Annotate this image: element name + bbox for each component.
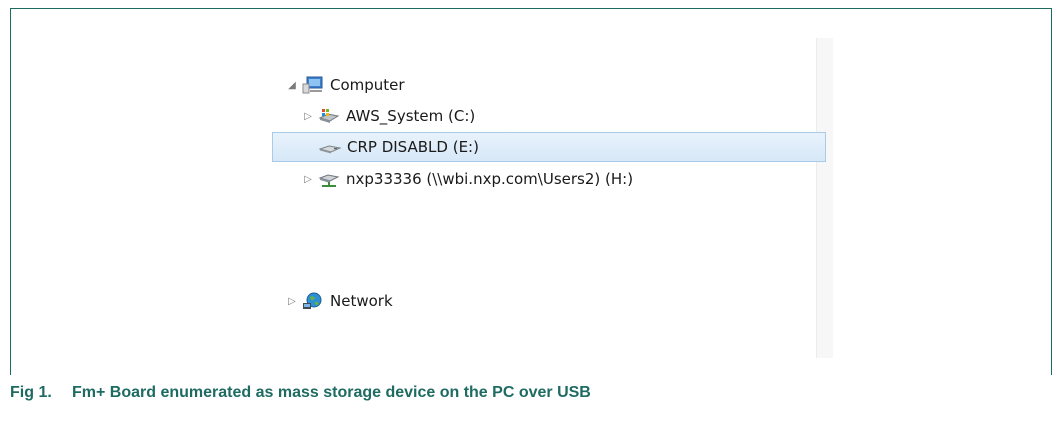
collapsed-arrow-icon[interactable]: ▷ [286, 296, 298, 307]
tree-item-system-drive[interactable]: ▷ AWS_System (C:) [302, 101, 475, 131]
tree-item-label: nxp33336 (\\wbi.nxp.com\Users2) (H:) [346, 170, 634, 188]
tree-item-network[interactable]: ▷ Network [286, 286, 393, 316]
system-drive-icon [318, 109, 340, 123]
tree-item-network-drive[interactable]: ▷ nxp33336 (\\wbi.nxp.com\Users2) (H:) [302, 164, 633, 194]
network-drive-icon [318, 174, 340, 187]
figure-caption-text: Fm+ Board enumerated as mass storage dev… [72, 384, 591, 401]
computer-icon [302, 76, 323, 94]
explorer-navigation-pane: ◢ Computer ▷ AWS_System (C:) CRP DISABLD… [272, 38, 833, 358]
collapsed-arrow-icon[interactable]: ▷ [302, 111, 314, 122]
tree-item-label: Network [330, 292, 393, 310]
tree-item-label: CRP DISABLD (E:) [347, 138, 479, 156]
tree-item-computer[interactable]: ◢ Computer [286, 70, 405, 100]
tree-item-label: Computer [330, 76, 405, 94]
removable-drive-icon [319, 145, 341, 154]
figure-caption: Fig 1. Fm+ Board enumerated as mass stora… [10, 384, 591, 402]
figure-number: Fig 1. [10, 384, 52, 401]
expanded-arrow-icon[interactable]: ◢ [286, 80, 298, 91]
tree-item-crp-disabld[interactable]: CRP DISABLD (E:) [272, 132, 826, 162]
collapsed-arrow-icon[interactable]: ▷ [302, 174, 314, 185]
scrollbar[interactable] [816, 38, 833, 358]
tree-item-label: AWS_System (C:) [346, 107, 476, 125]
network-globe-icon [303, 292, 322, 309]
